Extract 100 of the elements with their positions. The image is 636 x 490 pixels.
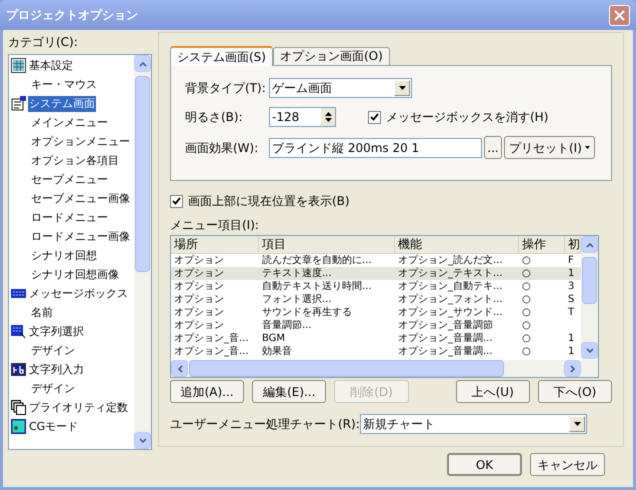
list-action-button[interactable]: 編集(E)... bbox=[252, 380, 326, 403]
table-cell-text: 1 bbox=[567, 332, 576, 345]
window-title: プロジェクトオプション bbox=[6, 7, 138, 24]
category-item[interactable]: シナリオ回想画像 bbox=[30, 266, 120, 282]
category-item[interactable]: キー・マウス bbox=[30, 76, 98, 92]
user-menu-chart-select[interactable]: 新規チャート bbox=[360, 414, 587, 434]
close-icon[interactable] bbox=[609, 4, 630, 26]
category-item[interactable]: 名前 bbox=[30, 304, 54, 320]
spin-icon[interactable] bbox=[321, 108, 335, 126]
selection-list-icon bbox=[11, 324, 26, 339]
checkbox[interactable] bbox=[368, 110, 381, 124]
table-cell-text: ○ bbox=[521, 345, 532, 358]
dialog-button[interactable]: OK bbox=[447, 453, 522, 476]
category-item[interactable]: メッセージボックス bbox=[28, 286, 129, 302]
category-item[interactable]: システム画面 bbox=[28, 96, 96, 112]
category-item[interactable]: オプションメニュー bbox=[30, 134, 131, 150]
table-cell-text: オプション_フォント... bbox=[397, 293, 504, 306]
screen-effect-label: 画面効果(W): bbox=[185, 140, 260, 156]
table-cell-text: フォント選択... bbox=[261, 293, 333, 306]
screen-effect-field[interactable]: ブラインド縦 200ms 20 1 bbox=[269, 138, 482, 158]
table-cell-text: オプション bbox=[173, 267, 225, 280]
layers-icon bbox=[11, 400, 26, 415]
scrollbar[interactable] bbox=[134, 55, 151, 449]
scroll-thumb[interactable] bbox=[189, 360, 504, 377]
table-row[interactable]: オプション 音量調節... オプション_音量調節 ○ bbox=[171, 319, 581, 332]
brightness-label: 明るさ(B): bbox=[185, 109, 244, 126]
scroll-down-icon[interactable] bbox=[581, 342, 598, 359]
list-action-button[interactable]: 追加(A)... bbox=[170, 380, 244, 403]
category-item[interactable]: 文字列選択 bbox=[28, 324, 85, 340]
scrollbar[interactable] bbox=[581, 236, 598, 359]
category-item[interactable]: セーブメニュー画像 bbox=[30, 190, 131, 206]
scroll-right-icon[interactable] bbox=[568, 364, 576, 372]
browse-button[interactable]: ... bbox=[484, 136, 502, 159]
column-header[interactable]: 操作 bbox=[519, 236, 565, 253]
category-item[interactable]: シナリオ回想 bbox=[30, 248, 98, 264]
scroll-thumb[interactable] bbox=[135, 76, 150, 272]
scroll-thumb[interactable] bbox=[582, 257, 597, 304]
table-cell-text: オプション_テキスト... bbox=[397, 267, 504, 280]
table-cell-text: オプション bbox=[173, 319, 225, 332]
tab[interactable]: システム画面(S) bbox=[170, 46, 273, 66]
table-cell-text: BGM bbox=[261, 332, 286, 345]
category-item[interactable]: オプション各項目 bbox=[30, 152, 120, 168]
table-cell-text: オプション_音量調節 bbox=[397, 319, 494, 332]
table-row[interactable]: オプション テキスト速度... オプション_テキスト... ○ 1 bbox=[171, 267, 581, 280]
background-type-select[interactable]: ゲーム画面 bbox=[269, 78, 412, 98]
horizontal-scrollbar[interactable] bbox=[171, 360, 598, 377]
scroll-up-icon[interactable] bbox=[581, 236, 598, 253]
table-row[interactable]: オプション_音... BGM オプション_音量調... ○ 1 bbox=[171, 332, 581, 345]
user-menu-chart-label: ユーザーメニュー処理チャート(R): bbox=[170, 416, 360, 433]
message-box-icon bbox=[11, 286, 26, 301]
table-cell-text: S bbox=[567, 293, 576, 306]
category-item[interactable]: ロードメニュー bbox=[30, 210, 109, 226]
table-cell-text: ○ bbox=[521, 293, 532, 306]
scroll-down-icon[interactable] bbox=[134, 432, 151, 449]
table-row[interactable]: オプション 読んだ文章を自動的に... オプション_読んだ文... ○ F bbox=[171, 254, 581, 267]
table-cell-text: F bbox=[567, 254, 575, 267]
table-cell-text: オプション_サウンド... bbox=[397, 306, 504, 319]
table-cell-text: ○ bbox=[521, 280, 532, 293]
checkbox[interactable] bbox=[170, 194, 183, 208]
category-item[interactable]: デザイン bbox=[30, 342, 76, 358]
tab[interactable]: オプション画面(O) bbox=[272, 47, 390, 65]
table-row[interactable]: オプション_音... 効果音 オプション_音量調... ○ 1 bbox=[171, 345, 581, 358]
brightness-spinner[interactable]: -128 bbox=[269, 107, 336, 127]
table-cell-text: 1 bbox=[567, 267, 576, 280]
table-cell-text: ○ bbox=[521, 254, 532, 267]
category-item[interactable]: 文字列入力 bbox=[28, 362, 85, 378]
scroll-up-icon[interactable] bbox=[134, 55, 151, 72]
table-cell-text: オプション_音量調... bbox=[397, 332, 494, 345]
table-cell-text: 1 bbox=[567, 345, 576, 358]
picture-icon bbox=[11, 419, 26, 434]
category-item[interactable]: 基本設定 bbox=[28, 58, 74, 74]
list-action-button[interactable]: 上へ(U) bbox=[456, 380, 530, 403]
show-position-label: 画面上部に現在位置を表示(B) bbox=[188, 193, 350, 210]
category-item[interactable]: プライオリティ定数 bbox=[28, 400, 129, 416]
table-cell-text: 3 bbox=[567, 280, 576, 293]
category-item[interactable]: セーブメニュー bbox=[30, 172, 109, 188]
table-cell-text: オプション_自動テキ... bbox=[397, 280, 504, 293]
category-item[interactable]: CGモード bbox=[28, 418, 80, 434]
table-cell-text: オプション bbox=[173, 293, 225, 306]
category-item[interactable]: ロードメニュー画像 bbox=[30, 228, 131, 244]
table-icon bbox=[11, 58, 26, 73]
table-row[interactable]: オプション サウンドを再生する オプション_サウンド... ○ T bbox=[171, 306, 581, 319]
preset-button[interactable]: プリセット(I) bbox=[504, 136, 595, 159]
list-action-button[interactable]: 下へ(O) bbox=[538, 380, 612, 403]
table-row[interactable]: オプション フォント選択... オプション_フォント... ○ S bbox=[171, 293, 581, 306]
category-item[interactable]: デザイン bbox=[30, 380, 76, 396]
table-cell-text: サウンドを再生する bbox=[261, 306, 353, 319]
scroll-left-icon[interactable] bbox=[176, 364, 184, 372]
table-cell-text: 読んだ文章を自動的に... bbox=[261, 254, 373, 267]
table-cell-text: ○ bbox=[521, 267, 532, 280]
dialog-button[interactable]: キャンセル bbox=[530, 453, 605, 476]
table-cell-text: 自動テキスト送り時間... bbox=[261, 280, 373, 293]
column-header[interactable]: 機能 bbox=[395, 236, 519, 253]
table-cell-text: オプション_音量調... bbox=[397, 345, 494, 358]
column-header[interactable]: 項目 bbox=[259, 236, 395, 253]
table-row[interactable]: オプション 自動テキスト送り時間... オプション_自動テキ... ○ 3 bbox=[171, 280, 581, 293]
column-header[interactable]: 場所 bbox=[171, 236, 259, 253]
table-cell-text: ○ bbox=[521, 332, 532, 345]
category-item[interactable]: メインメニュー bbox=[30, 114, 109, 130]
table-cell-text: テキスト速度... bbox=[261, 267, 333, 280]
